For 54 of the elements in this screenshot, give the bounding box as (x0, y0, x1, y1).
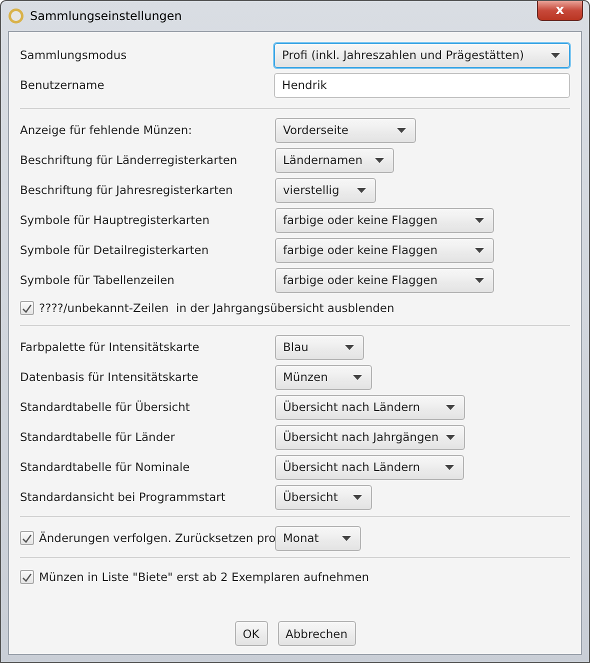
caret-icon (342, 536, 351, 540)
dropdown[interactable]: Übersicht nach Jahrgängen (275, 424, 465, 450)
caret-icon (551, 52, 560, 58)
setting-label: Symbole für Detailregisterkarten (20, 243, 210, 257)
setting-label: Farbpalette für Intensitätskarte (20, 340, 200, 354)
setting-label: Sammlungsmodus (20, 48, 128, 62)
caret-icon (475, 248, 484, 252)
dropdown[interactable]: Vorderseite (275, 118, 416, 142)
dialog-button[interactable]: OK (234, 621, 268, 646)
checkbox[interactable] (20, 531, 34, 545)
caret-icon (353, 374, 362, 380)
checkbox[interactable] (20, 301, 34, 315)
setting-label: Standardtabelle für Nominale (20, 460, 191, 474)
setting-label: Symbole für Tabellenzeilen (20, 273, 176, 287)
dropdown[interactable]: Monat (275, 526, 361, 550)
dropdown[interactable]: Blau (275, 334, 364, 360)
dropdown[interactable]: Profi (inkl. Jahreszahlen und Prägestätten) (274, 42, 570, 68)
caret-icon (397, 128, 406, 132)
checkbox[interactable] (20, 570, 34, 584)
caret-icon (446, 404, 455, 410)
input-field[interactable]: Hendrik (274, 72, 570, 98)
dropdown[interactable]: farbige oder keine Flaggen (275, 238, 494, 262)
checkbox-label: Änderungen verfolgen. Zurücksetzen pro (39, 531, 276, 545)
dropdown[interactable]: Übersicht nach Ländern (275, 394, 465, 420)
coin-icon (8, 8, 24, 24)
setting-label: Beschriftung für Jahresregisterkarten (20, 183, 234, 197)
setting-label: Anzeige für fehlende Münzen: (20, 123, 193, 137)
caret-icon (357, 188, 366, 192)
caret-icon (446, 434, 455, 440)
caret-icon (475, 218, 484, 222)
dropdown[interactable]: Münzen (275, 364, 372, 390)
caret-icon (475, 278, 484, 282)
setting-label: Datenbasis für Intensitätskarte (20, 370, 200, 384)
caret-icon (353, 494, 362, 500)
setting-label: Symbole für Hauptregisterkarten (20, 213, 211, 227)
dropdown[interactable]: Ländernamen (275, 148, 394, 172)
checkbox-label: ????/unbekannt-Zeilen in der Jahrgangsübersicht ausblenden (39, 301, 394, 315)
setting-label: Standardtabelle für Länder (20, 430, 176, 444)
caret-icon (375, 158, 384, 162)
setting-label: Standardtabelle für Übersicht (20, 400, 191, 414)
setting-label: Beschriftung für Länderregisterkarten (20, 153, 238, 167)
dropdown[interactable]: farbige oder keine Flaggen (275, 268, 494, 292)
dropdown[interactable]: vierstellig (275, 178, 376, 202)
dropdown[interactable]: farbige oder keine Flaggen (275, 208, 494, 232)
caret-icon (445, 464, 454, 470)
close-button[interactable]: x (537, 1, 583, 21)
setting-label: Standardansicht bei Programmstart (20, 490, 226, 504)
setting-label: Benutzername (20, 78, 106, 92)
dialog-button[interactable]: Abbrechen (278, 621, 356, 646)
dropdown[interactable]: Übersicht (275, 484, 372, 510)
checkbox-label: Münzen in Liste "Biete" erst ab 2 Exemplaren aufnehmen (39, 570, 370, 584)
caret-icon (345, 344, 354, 350)
window-title: Sammlungseinstellungen (30, 9, 182, 23)
dropdown[interactable]: Übersicht nach Ländern (275, 454, 464, 480)
